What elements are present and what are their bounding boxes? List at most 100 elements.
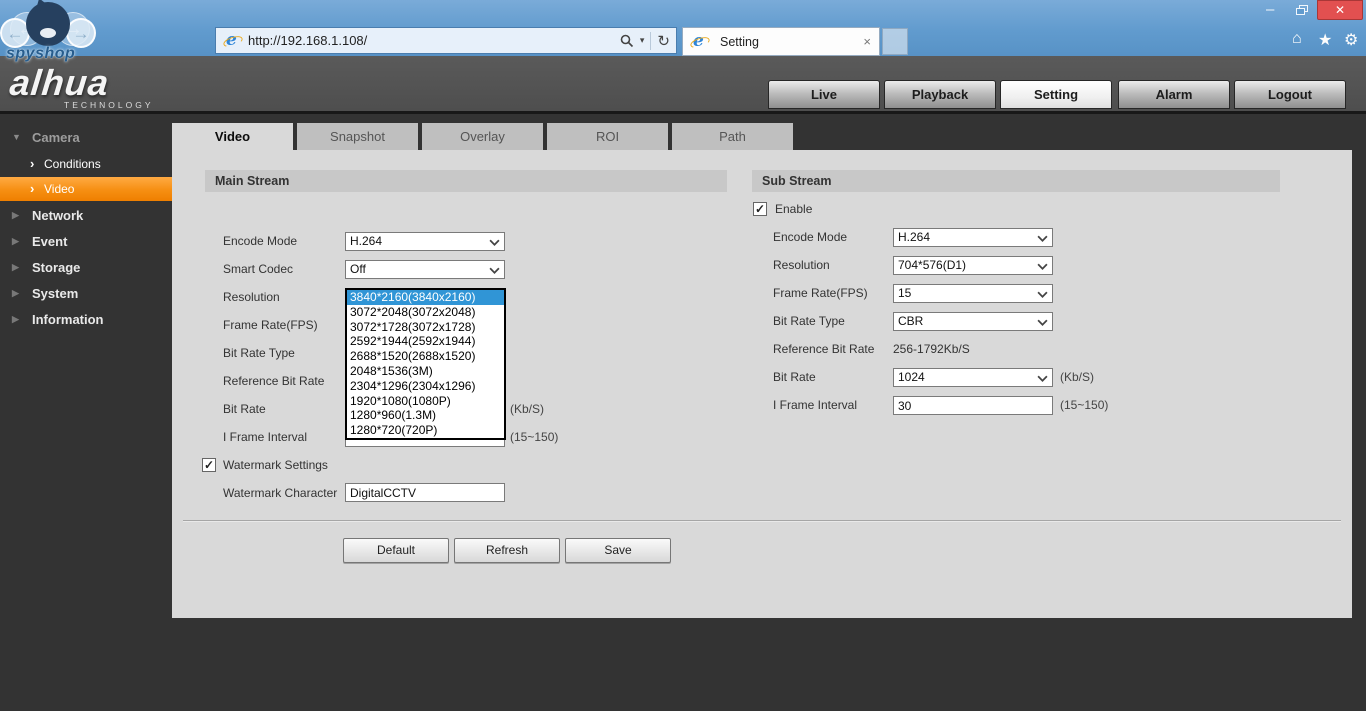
sub-i-frame-interval-input[interactable]: [893, 396, 1053, 415]
resolution-option[interactable]: 2304*1296(2304x1296): [347, 379, 504, 394]
resolution-option[interactable]: 2592*1944(2592x1944): [347, 334, 504, 349]
close-icon: ✕: [1334, 3, 1346, 17]
sub-encode-mode-select[interactable]: H.264: [893, 228, 1053, 247]
resolution-option[interactable]: 1920*1080(1080P): [347, 394, 504, 409]
watermark-right-arrow-icon: →: [66, 18, 96, 48]
browser-tab-setting[interactable]: e Setting ×: [682, 27, 880, 56]
sidebar-item-system[interactable]: ▶ System: [0, 281, 172, 306]
chevron-down-icon: [1037, 319, 1048, 326]
nav-setting-button[interactable]: Setting: [1000, 80, 1112, 109]
chevron-down-icon: [1037, 291, 1048, 298]
sidebar-item-storage[interactable]: ▶ Storage: [0, 255, 172, 280]
chevron-down-icon: [489, 267, 500, 274]
sub-bit-rate-type-label: Bit Rate Type: [773, 314, 845, 328]
watermark-settings-checkbox[interactable]: ✓: [202, 458, 216, 472]
sub-enable-checkbox[interactable]: ✓: [753, 202, 767, 216]
sub-i-frame-interval-range: (15~150): [1060, 398, 1109, 412]
triangle-right-icon: ▶: [12, 314, 19, 324]
window-minimize-button[interactable]: –: [1266, 1, 1274, 18]
resolution-dropdown-list[interactable]: 3840*2160(3840x2160) 3072*2048(3072x2048…: [345, 288, 506, 440]
tab-path[interactable]: Path: [672, 123, 793, 150]
sidebar-item-network[interactable]: ▶ Network: [0, 203, 172, 228]
main-encode-mode-label: Encode Mode: [223, 234, 298, 248]
home-icon[interactable]: ⌂: [1292, 30, 1302, 48]
dahua-logo-subtext: TECHNOLOGY: [64, 100, 154, 110]
settings-gear-icon[interactable]: ⚙: [1344, 30, 1358, 50]
sub-frame-rate-select[interactable]: 15: [893, 284, 1053, 303]
main-frame-rate-label: Frame Rate(FPS): [223, 318, 318, 332]
sub-resolution-label: Resolution: [773, 258, 830, 272]
main-reference-bit-rate-label: Reference Bit Rate: [223, 374, 325, 388]
tab-title: Setting: [720, 34, 759, 49]
sub-frame-rate-label: Frame Rate(FPS): [773, 286, 868, 300]
address-bar[interactable]: e http://192.168.1.108/ ▾ ↻: [215, 27, 677, 54]
check-icon: ✓: [754, 202, 766, 216]
sub-bit-rate-label: Bit Rate: [773, 370, 816, 384]
watermark-text: spyshop: [6, 45, 76, 62]
resolution-option[interactable]: 2048*1536(3M): [347, 364, 504, 379]
window-close-button[interactable]: ✕: [1317, 0, 1363, 20]
refresh-button[interactable]: Refresh: [454, 538, 560, 563]
resolution-option[interactable]: 1280*960(1.3M): [347, 408, 504, 423]
tab-video[interactable]: Video: [172, 123, 293, 151]
tab-close-icon[interactable]: ×: [863, 34, 871, 49]
url-text[interactable]: http://192.168.1.108/: [248, 33, 367, 48]
tab-snapshot[interactable]: Snapshot: [297, 123, 418, 150]
window-restore-button[interactable]: [1296, 5, 1309, 16]
resolution-option[interactable]: 2688*1520(2688x1520): [347, 349, 504, 364]
sidebar-item-conditions[interactable]: › Conditions: [0, 152, 172, 176]
browser-chrome: ← → e http://192.168.1.108/ ▾ ↻ e Settin…: [0, 0, 1366, 62]
sidebar-item-information[interactable]: ▶ Information: [0, 307, 172, 332]
default-button[interactable]: Default: [343, 538, 449, 563]
main-bit-rate-label: Bit Rate: [223, 402, 266, 416]
triangle-right-icon: ▶: [12, 262, 19, 272]
ie-page-icon: e: [222, 30, 244, 50]
sub-encode-mode-label: Encode Mode: [773, 230, 848, 244]
resolution-option[interactable]: 3072*1728(3072x1728): [347, 320, 504, 335]
resolution-option[interactable]: 3072*2048(3072x2048): [347, 305, 504, 320]
sub-bit-rate-type-select[interactable]: CBR: [893, 312, 1053, 331]
nav-live-button[interactable]: Live: [768, 80, 880, 109]
new-tab-button[interactable]: [882, 28, 908, 55]
tab-roi[interactable]: ROI: [547, 123, 668, 150]
resolution-option[interactable]: 1280*720(720P): [347, 423, 504, 438]
spyshop-watermark: ← → spyshop: [0, 2, 104, 66]
dahua-logo: alhua: [7, 62, 112, 103]
screen: ← → e http://192.168.1.108/ ▾ ↻ e Settin…: [0, 0, 1366, 711]
chevron-right-icon: ›: [30, 181, 35, 196]
sidebar-item-video[interactable]: › Video: [0, 177, 172, 201]
divider: [183, 520, 1341, 522]
favorites-star-icon[interactable]: ★: [1318, 30, 1332, 50]
divider: [650, 31, 652, 50]
check-icon: ✓: [203, 458, 215, 472]
main-i-frame-interval-range: (15~150): [510, 430, 559, 444]
sub-bit-rate-select[interactable]: 1024: [893, 368, 1053, 387]
main-smart-codec-label: Smart Codec: [223, 262, 294, 276]
watermark-mascot-icon: [26, 2, 70, 46]
main-smart-codec-select[interactable]: Off: [345, 260, 505, 279]
refresh-page-icon[interactable]: ↻: [657, 32, 670, 50]
main-resolution-label: Resolution: [223, 290, 280, 304]
triangle-right-icon: ▶: [12, 288, 19, 298]
resolution-option[interactable]: 3840*2160(3840x2160): [347, 290, 504, 305]
nav-playback-button[interactable]: Playback: [884, 80, 996, 109]
chevron-down-icon: [1037, 235, 1048, 242]
sub-reference-bit-rate-value: 256-1792Kb/S: [893, 342, 970, 356]
save-button[interactable]: Save: [565, 538, 671, 563]
sub-enable-label: Enable: [775, 202, 813, 216]
sub-bit-rate-unit: (Kb/S): [1060, 370, 1095, 384]
sidebar-item-camera[interactable]: ▼ Camera: [0, 125, 172, 150]
sub-resolution-select[interactable]: 704*576(D1): [893, 256, 1053, 275]
chevron-down-icon: [489, 239, 500, 246]
search-icon[interactable]: [620, 34, 634, 48]
main-encode-mode-select[interactable]: H.264: [345, 232, 505, 251]
chevron-down-icon: ▼: [12, 132, 21, 142]
nav-alarm-button[interactable]: Alarm: [1118, 80, 1230, 109]
tab-overlay[interactable]: Overlay: [422, 123, 543, 150]
sidebar-item-event[interactable]: ▶ Event: [0, 229, 172, 254]
main-i-frame-interval-label: I Frame Interval: [223, 430, 308, 444]
watermark-character-input[interactable]: [345, 483, 505, 502]
main-stream-section-title: Main Stream: [205, 170, 727, 192]
nav-logout-button[interactable]: Logout: [1234, 80, 1346, 109]
search-dropdown-caret-icon[interactable]: ▾: [640, 35, 645, 46]
